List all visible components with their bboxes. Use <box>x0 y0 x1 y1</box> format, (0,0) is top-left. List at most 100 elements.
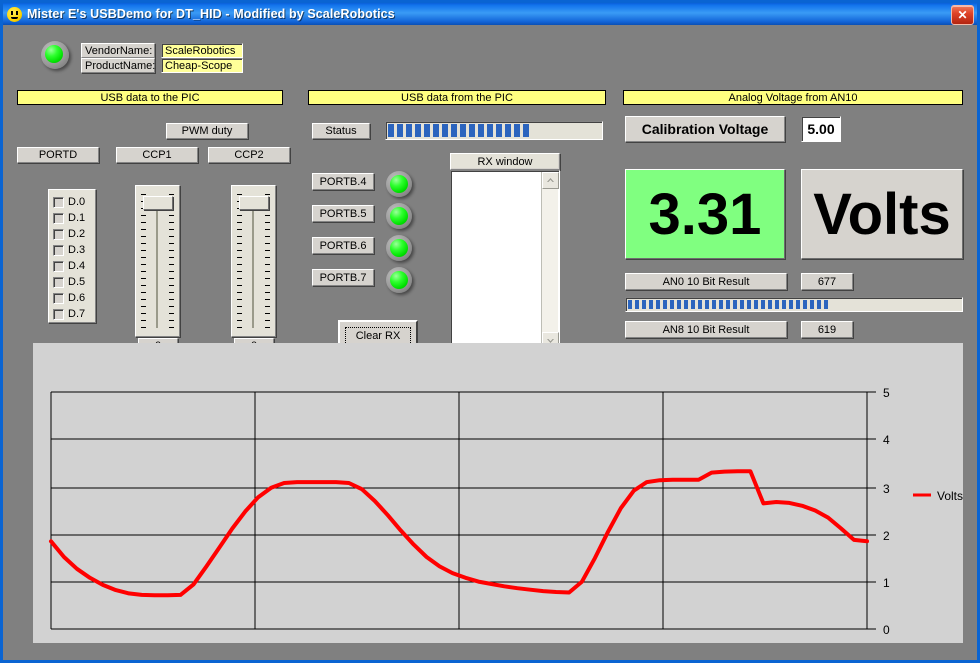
progress-segment <box>796 300 800 309</box>
progress-segment <box>775 300 779 309</box>
chevron-up-icon[interactable] <box>542 172 559 189</box>
portd-bit-3[interactable]: D.3 <box>53 242 95 258</box>
y-tick-5: 5 <box>883 386 890 400</box>
portd-checkbox-4[interactable] <box>53 261 64 272</box>
ccp2-slider[interactable] <box>231 185 276 337</box>
progress-segment <box>649 300 653 309</box>
progress-segment <box>824 300 828 309</box>
progress-segment <box>460 124 466 137</box>
progress-segment <box>726 300 730 309</box>
y-tick-4: 4 <box>883 433 890 447</box>
progress-segment <box>789 300 793 309</box>
portb5-led <box>386 203 412 229</box>
voltage-chart: 5 4 3 2 1 0 Volts <box>33 343 963 643</box>
progress-segment <box>415 124 421 137</box>
progress-segment <box>684 300 688 309</box>
portd-checkbox-group: D.0 D.1 D.2 D.3D.4 D.5 D.6 D.7 <box>48 189 96 323</box>
title-bar: Mister E's USBDemo for DT_HID - Modified… <box>3 3 977 25</box>
rx-window-textarea[interactable] <box>450 170 560 351</box>
rx-window-scrollbar[interactable] <box>541 172 558 349</box>
progress-segment <box>670 300 674 309</box>
portb4-led <box>386 171 412 197</box>
client-area: VendorName: ProductName: ScaleRobotics C… <box>3 25 977 660</box>
progress-segment <box>505 124 511 137</box>
close-icon[interactable]: ✕ <box>951 5 974 25</box>
app-window: Mister E's USBDemo for DT_HID - Modified… <box>0 0 980 663</box>
y-tick-3: 3 <box>883 482 890 496</box>
progress-segment <box>642 300 646 309</box>
product-name-value: Cheap-Scope <box>161 58 243 73</box>
portd-checkbox-0[interactable] <box>53 197 64 208</box>
progress-segment <box>705 300 709 309</box>
product-name-label: ProductName: <box>81 58 155 73</box>
portb7-label: PORTB.7 <box>312 269 374 286</box>
voltage-display: 3.31 <box>625 169 785 259</box>
progress-segment <box>424 124 430 137</box>
status-label: Status <box>312 123 370 139</box>
portd-checkbox-2[interactable] <box>53 229 64 240</box>
portd-bit-5[interactable]: D.5 <box>53 274 95 290</box>
progress-segment <box>656 300 660 309</box>
progress-segment <box>712 300 716 309</box>
an0-value: 677 <box>801 273 853 290</box>
portd-bit-label: D.2 <box>68 228 85 240</box>
calibration-voltage-input[interactable]: 5.00 <box>801 116 841 142</box>
rx-window-title: RX window <box>450 153 560 170</box>
portd-bit-label: D.5 <box>68 276 85 288</box>
portd-bit-4[interactable]: D.4 <box>53 258 95 274</box>
portb6-label: PORTB.6 <box>312 237 374 254</box>
portb5-label: PORTB.5 <box>312 205 374 222</box>
portd-label: PORTD <box>17 147 99 163</box>
portd-bit-7[interactable]: D.7 <box>53 306 95 322</box>
progress-segment <box>451 124 457 137</box>
portb6-led <box>386 235 412 261</box>
progress-segment <box>433 124 439 137</box>
ccp2-label: CCP2 <box>208 147 290 163</box>
ccp1-slider-thumb[interactable] <box>143 196 173 210</box>
portb4-label: PORTB.4 <box>312 173 374 190</box>
chart-legend-label: Volts <box>937 489 963 503</box>
progress-segment <box>761 300 765 309</box>
progress-segment <box>698 300 702 309</box>
portd-checkbox-7[interactable] <box>53 309 64 320</box>
progress-segment <box>747 300 751 309</box>
portd-checkbox-1[interactable] <box>53 213 64 224</box>
portd-checkbox-3[interactable] <box>53 245 64 256</box>
progress-segment <box>442 124 448 137</box>
smiley-icon <box>7 7 22 22</box>
vendor-name-label: VendorName: <box>81 43 155 58</box>
progress-segment <box>817 300 821 309</box>
progress-segment <box>388 124 394 137</box>
progress-segment <box>469 124 475 137</box>
progress-segment <box>677 300 681 309</box>
progress-segment <box>810 300 814 309</box>
progress-segment <box>719 300 723 309</box>
progress-segment <box>663 300 667 309</box>
portd-checkbox-6[interactable] <box>53 293 64 304</box>
ccp1-slider[interactable] <box>135 185 180 337</box>
portd-bit-1[interactable]: D.1 <box>53 210 95 226</box>
vendor-name-value: ScaleRobotics <box>161 43 243 58</box>
portd-bit-label: D.6 <box>68 292 85 304</box>
portd-bit-label: D.1 <box>68 212 85 224</box>
chart-y-tick-labels: 5 4 3 2 1 0 <box>883 386 890 637</box>
progress-segment <box>782 300 786 309</box>
progress-segment <box>733 300 737 309</box>
ccp2-slider-thumb[interactable] <box>239 196 269 210</box>
portd-bit-6[interactable]: D.6 <box>53 290 95 306</box>
portd-bit-0[interactable]: D.0 <box>53 194 95 210</box>
progress-segment <box>768 300 772 309</box>
portd-bit-2[interactable]: D.2 <box>53 226 95 242</box>
y-tick-2: 2 <box>883 529 890 543</box>
connection-led <box>41 41 69 69</box>
progress-segment <box>628 300 632 309</box>
window-title: Mister E's USBDemo for DT_HID - Modified… <box>27 7 395 21</box>
chart-y-ticks <box>867 392 876 629</box>
an0-progress-bar <box>625 297 963 312</box>
portd-checkbox-5[interactable] <box>53 277 64 288</box>
ccp1-label: CCP1 <box>116 147 198 163</box>
an8-label: AN8 10 Bit Result <box>625 321 787 338</box>
y-tick-0: 0 <box>883 623 890 637</box>
an0-label: AN0 10 Bit Result <box>625 273 787 290</box>
tx-banner: USB data to the PIC <box>17 90 283 105</box>
